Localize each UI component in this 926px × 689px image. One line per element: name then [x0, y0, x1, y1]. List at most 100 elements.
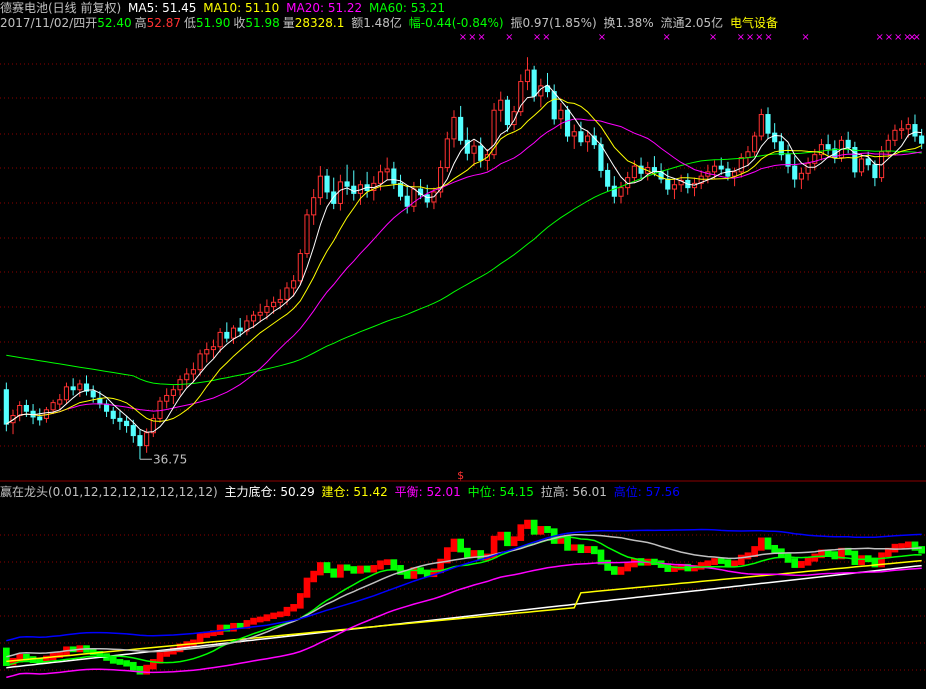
- ind-block-92: [617, 566, 625, 575]
- ind-block-54: [363, 565, 371, 573]
- candle-body-118: [792, 165, 798, 180]
- ind-block-28: [190, 639, 197, 646]
- candle-body-33: [224, 331, 230, 339]
- ind-block-117: [784, 553, 792, 563]
- candle-body-3: [23, 405, 29, 412]
- candle-body-10: [70, 386, 76, 391]
- top-marker-5: ×: [542, 32, 550, 43]
- zhuli-line: [6, 564, 922, 669]
- candle-body-99: [665, 178, 671, 190]
- low-value: 51.90: [195, 16, 231, 30]
- ind-block-48: [323, 562, 331, 574]
- ind-block-108: [724, 559, 732, 567]
- candle-body-19: [130, 425, 136, 437]
- top-marker-7: ×: [663, 32, 671, 43]
- candle-body-111: [745, 151, 751, 159]
- ind-block-110: [737, 554, 745, 566]
- candle-body-135: [905, 124, 911, 130]
- candle-body-89: [598, 144, 604, 171]
- candle-body-39: [264, 306, 270, 313]
- candle-body-127: [852, 147, 858, 173]
- ma20-value: MA20: 51.22: [286, 1, 363, 15]
- candle-body-75: [504, 99, 510, 126]
- close-value: 51.98: [245, 16, 280, 30]
- candle-body-126: [845, 139, 851, 148]
- candle-body-28: [190, 369, 196, 375]
- close-label: 收: [233, 16, 246, 30]
- lagao-value: 拉高: 56.01: [540, 485, 607, 499]
- candle-body-2: [17, 405, 23, 417]
- ind-block-55: [370, 565, 378, 573]
- ind-block-39: [263, 614, 271, 622]
- ind-block-81: [544, 526, 551, 533]
- candle-body-40: [271, 301, 277, 308]
- top-marker-1: ×: [468, 32, 476, 43]
- kline-chart[interactable]: × × × × × × × × × × × × × × × × × ××× 36.75 $: [0, 0, 926, 689]
- stock-title[interactable]: 德赛电池(日线 前复权): [0, 1, 121, 15]
- top-marker-0: ×: [459, 32, 467, 43]
- ind-block-38: [256, 616, 264, 623]
- ind-block-88: [590, 546, 598, 555]
- candle-body-45: [304, 214, 310, 255]
- candle-body-113: [758, 114, 764, 137]
- ind-block-46: [310, 570, 318, 583]
- candle-body-114: [765, 114, 771, 134]
- candle-body-123: [825, 144, 831, 150]
- candle-body-94: [631, 165, 637, 179]
- candle-body-8: [57, 399, 63, 405]
- high-value: 52.87: [146, 16, 181, 30]
- candle-body-67: [451, 116, 457, 140]
- candle-body-133: [892, 129, 898, 141]
- ind-block-16: [109, 656, 117, 664]
- ma60-line: [6, 148, 922, 386]
- ind-block-84: [564, 535, 571, 551]
- candle-body-46: [311, 197, 317, 216]
- candle-body-137: [919, 135, 925, 144]
- candle-body-48: [324, 175, 330, 193]
- candle-body-20: [137, 435, 143, 447]
- top-marker-3: ×: [505, 32, 513, 43]
- candle-body-7: [50, 402, 56, 411]
- ma60-value: MA60: 53.21: [369, 1, 446, 15]
- ind-block-133: [891, 543, 899, 553]
- float-cap-value: 流通2.05亿: [660, 16, 724, 30]
- candle-body-66: [444, 138, 450, 169]
- ind-block-106: [711, 558, 718, 566]
- ind-block-105: [704, 560, 712, 567]
- jiancang-line: [6, 559, 922, 663]
- candle-body-63: [424, 194, 430, 203]
- ind-block-22: [149, 659, 157, 670]
- ind-block-135: [904, 541, 912, 548]
- indicator-name[interactable]: 赢在龙头(0.01,12,12,12,12,12,12,12): [0, 485, 218, 499]
- candle-body-25: [170, 389, 176, 396]
- candle-body-50: [337, 181, 343, 204]
- candle-body-42: [284, 287, 290, 300]
- ind-block-18: [123, 660, 130, 667]
- ind-block-90: [604, 559, 611, 571]
- ind-block-69: [464, 547, 471, 558]
- ind-block-114: [764, 537, 772, 550]
- candle-body-106: [711, 165, 718, 173]
- ind-block-121: [811, 553, 819, 562]
- industry-value[interactable]: 电气设备: [730, 16, 778, 30]
- ind-block-134: [898, 543, 905, 549]
- ind-block-76: [510, 536, 518, 547]
- ind-block-119: [798, 561, 805, 568]
- candle-body-5: [37, 416, 43, 421]
- candle-body-51: [344, 181, 350, 187]
- candle-body-29: [197, 353, 203, 371]
- top-marker-16: ×: [894, 32, 902, 43]
- candle-body-32: [217, 331, 223, 348]
- candle-body-109: [732, 171, 738, 177]
- amplitude-value: 振0.97(1.85%): [510, 16, 597, 30]
- ind-block-115: [771, 544, 779, 553]
- ind-block-91: [610, 566, 618, 575]
- candle-body-0: [3, 389, 9, 425]
- zhongwei-value: 中位: 54.15: [467, 485, 534, 499]
- ind-block-113: [757, 537, 765, 551]
- gaowei-value: 高位: 57.56: [613, 485, 680, 499]
- top-marker-13: ×: [801, 32, 809, 43]
- candle-body-92: [618, 187, 624, 197]
- candle-body-77: [518, 81, 524, 113]
- ind-block-75: [504, 531, 511, 547]
